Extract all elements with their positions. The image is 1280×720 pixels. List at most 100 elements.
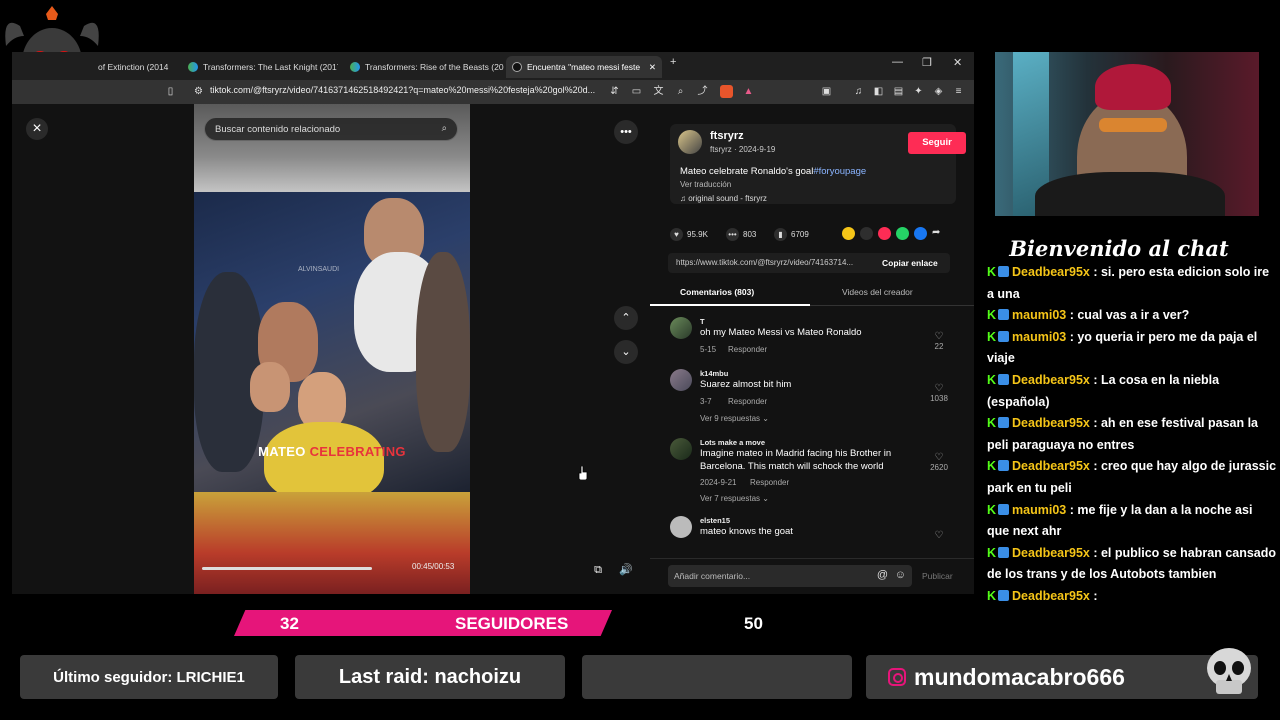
avatar[interactable] bbox=[678, 130, 702, 154]
avatar[interactable] bbox=[670, 317, 692, 339]
chat-message: K Deadbear95x : el publico se habran cans… bbox=[987, 543, 1277, 586]
related-search-input[interactable]: Buscar contenido relacionado ⌕ bbox=[204, 117, 458, 141]
video-time: 00:45/00:53 bbox=[412, 562, 455, 571]
chat-username: Deadbear95x bbox=[1012, 588, 1090, 603]
comment-username[interactable]: Lots make a move bbox=[700, 438, 765, 447]
like-button[interactable]: ♥ 95.9K bbox=[670, 228, 708, 241]
hand-cursor-icon bbox=[578, 466, 588, 480]
comment-username[interactable]: T bbox=[700, 317, 705, 326]
subscriber-badge-icon bbox=[998, 503, 1010, 515]
comment-like-button[interactable]: ♡ bbox=[924, 530, 954, 541]
whatsapp-icon[interactable] bbox=[896, 227, 909, 240]
menu-icon[interactable]: ≡ bbox=[952, 85, 965, 98]
vpn-icon[interactable]: ◈ bbox=[932, 85, 945, 98]
copy-link-row: https://www.tiktok.com/@ftsryrz/video/74… bbox=[668, 253, 950, 273]
kick-badge-icon: K bbox=[987, 329, 997, 344]
avatar[interactable] bbox=[670, 369, 692, 391]
close-tab-icon[interactable]: ✕ bbox=[649, 62, 656, 73]
music-icon[interactable]: ♫ bbox=[852, 85, 865, 98]
comment-input[interactable]: Añadir comentario... @ ☺ bbox=[668, 565, 912, 587]
site-settings-icon[interactable]: ⚙ bbox=[192, 85, 205, 98]
search-icon[interactable]: ⌕ bbox=[442, 123, 447, 134]
emoji-icon[interactable]: ☺ bbox=[895, 569, 906, 581]
brave-shield-icon[interactable] bbox=[720, 85, 733, 98]
rewards-icon[interactable]: ▲ bbox=[742, 85, 755, 98]
tab-rise-beasts[interactable]: Transformers: Rise of the Beasts (202 bbox=[344, 56, 504, 78]
sound-link[interactable]: ♫ original sound - ftsryrz bbox=[680, 194, 767, 203]
translate-link[interactable]: Ver traducción bbox=[680, 180, 731, 189]
comment-like-button[interactable]: ♡ 22 bbox=[924, 331, 954, 351]
tab-creator-videos[interactable]: Videos del creador bbox=[842, 287, 913, 297]
webcam-feed bbox=[995, 52, 1259, 216]
follow-button[interactable]: Seguir bbox=[908, 132, 966, 154]
copy-link-button[interactable]: Copiar enlace bbox=[882, 258, 938, 268]
minimize-icon[interactable]: — bbox=[892, 56, 903, 68]
comment-date: 3-7 bbox=[700, 397, 712, 406]
kick-badge-icon: K bbox=[987, 588, 997, 603]
tab-tiktok[interactable]: Encuentra "mateo messi feste ✕ bbox=[506, 56, 662, 78]
comment-like-button[interactable]: ♡ 1038 bbox=[924, 383, 954, 403]
new-tab-button[interactable]: + bbox=[670, 56, 676, 68]
comment-username[interactable]: k14mbu bbox=[700, 369, 728, 378]
next-video-button[interactable]: ⌄ bbox=[614, 340, 638, 364]
tab-last-knight[interactable]: Transformers: The Last Knight (2017) bbox=[182, 56, 338, 78]
send-icon[interactable] bbox=[878, 227, 891, 240]
zoom-icon[interactable]: ⌕ bbox=[674, 85, 687, 98]
save-button[interactable]: ▮ 6709 bbox=[774, 228, 809, 241]
search-placeholder: Buscar contenido relacionado bbox=[215, 124, 341, 135]
restore-icon[interactable]: ❐ bbox=[922, 56, 932, 69]
publish-button[interactable]: Publicar bbox=[922, 571, 953, 581]
extension-icon[interactable]: ▣ bbox=[820, 85, 833, 98]
bookmark-icon[interactable]: ▯ bbox=[164, 85, 177, 98]
kick-badge-icon: K bbox=[987, 416, 997, 431]
author-username[interactable]: ftsryrz bbox=[710, 130, 744, 142]
comment-text: oh my Mateo Messi vs Mateo Ronaldo bbox=[700, 327, 862, 338]
reply-button[interactable]: Responder bbox=[750, 478, 789, 487]
close-video-button[interactable]: × bbox=[26, 118, 48, 140]
tab-extinction[interactable]: of Extinction (2014 bbox=[92, 56, 178, 78]
facebook-icon[interactable] bbox=[914, 227, 927, 240]
floating-player-icon[interactable]: ⧉ bbox=[586, 558, 610, 582]
video-caption: MATEO CELEBRATING bbox=[194, 444, 470, 459]
share-arrow-icon[interactable]: ➦ bbox=[932, 227, 945, 240]
view-replies-button[interactable]: Ver 9 respuestas ⌄ bbox=[700, 414, 769, 423]
wallet-icon[interactable]: ▤ bbox=[892, 85, 905, 98]
close-window-icon[interactable]: ✕ bbox=[953, 56, 962, 69]
volume-icon[interactable]: 🔊 bbox=[614, 558, 638, 582]
url-field[interactable]: tiktok.com/@ftsryrz/video/74163714625184… bbox=[210, 85, 595, 95]
tab-comments[interactable]: Comentarios (803) bbox=[680, 287, 754, 297]
translate-icon[interactable]: 文 bbox=[652, 85, 665, 98]
video-progress-bar[interactable] bbox=[202, 567, 372, 570]
comment-like-button[interactable]: ♡ 2620 bbox=[924, 452, 954, 472]
share-icon[interactable]: ⤴ bbox=[696, 85, 709, 98]
previous-video-button[interactable]: ⌃ bbox=[614, 306, 638, 330]
chat-username: maumi03 bbox=[1012, 308, 1067, 323]
ai-icon[interactable]: ✦ bbox=[912, 85, 925, 98]
chevron-down-icon: ⌄ bbox=[762, 494, 769, 503]
favicon-icon bbox=[350, 62, 360, 72]
comment-like-count: 2620 bbox=[930, 463, 948, 472]
reply-button[interactable]: Responder bbox=[728, 345, 767, 354]
cast-icon[interactable]: ⇵ bbox=[608, 85, 621, 98]
more-options-button[interactable]: ••• bbox=[614, 120, 638, 144]
post-description: Mateo celebrate Ronaldo's goal#foryoupag… bbox=[680, 166, 866, 177]
video-player[interactable]: ALVINSAUDI Buscar contenido relacionado … bbox=[194, 104, 470, 594]
sidebar-icon[interactable]: ◧ bbox=[872, 85, 885, 98]
embed-icon[interactable] bbox=[860, 227, 873, 240]
subscriber-badge-icon bbox=[998, 373, 1010, 385]
avatar[interactable] bbox=[670, 438, 692, 460]
child-figure bbox=[250, 362, 290, 412]
share-coin-icon[interactable] bbox=[842, 227, 855, 240]
screen-icon[interactable]: ▭ bbox=[630, 85, 643, 98]
reply-button[interactable]: Responder bbox=[728, 397, 767, 406]
avatar[interactable] bbox=[670, 516, 692, 538]
hashtag-link[interactable]: #foryoupage bbox=[813, 166, 866, 177]
mention-icon[interactable]: @ bbox=[877, 569, 888, 581]
view-replies-button[interactable]: Ver 7 respuestas ⌄ bbox=[700, 494, 769, 503]
sound-label: original sound - ftsryrz bbox=[688, 194, 767, 203]
chat-username: Deadbear95x bbox=[1012, 416, 1090, 431]
comment-button[interactable]: ••• 803 bbox=[726, 228, 756, 241]
comment-like-count: 1038 bbox=[930, 394, 948, 403]
kick-badge-icon: K bbox=[987, 459, 997, 474]
comment-username[interactable]: elsten15 bbox=[700, 516, 730, 525]
